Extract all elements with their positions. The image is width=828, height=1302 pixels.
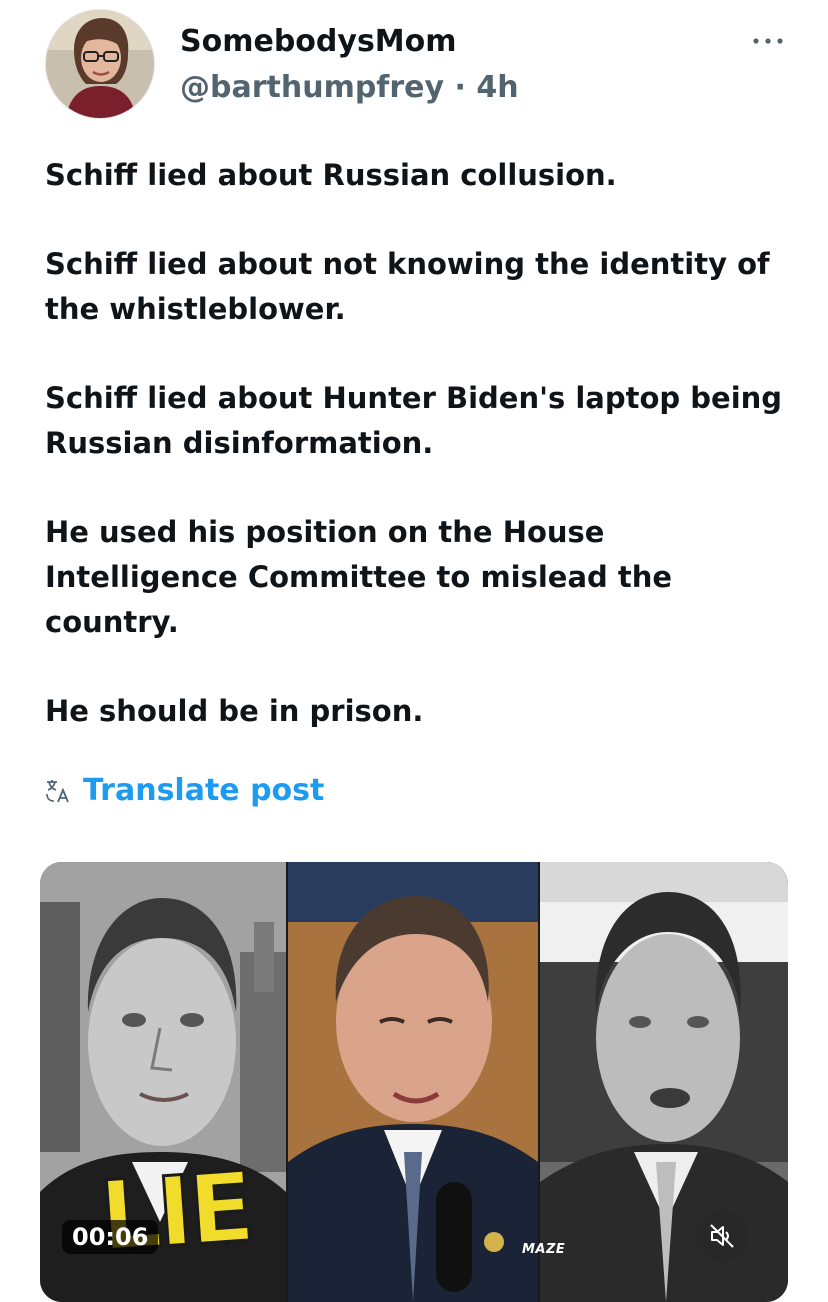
tweet-header: SomebodysMom @barthumpfrey · 4h <box>0 0 828 130</box>
translate-label: Translate post <box>83 773 325 808</box>
video-panel-right <box>540 862 788 1302</box>
tweet-text: Schiff lied about Russian collusion. Sch… <box>45 153 795 778</box>
translate-icon <box>45 778 71 804</box>
video-duration-badge: 00:06 <box>62 1220 159 1254</box>
handle[interactable]: @barthumpfrey <box>180 70 444 105</box>
separator: · <box>444 70 477 105</box>
muted-speaker-icon[interactable] <box>696 1210 748 1262</box>
timestamp[interactable]: 4h <box>476 70 518 105</box>
tweet-paragraph: He used his position on the House Intell… <box>45 515 673 639</box>
video-panel-center <box>288 862 538 1302</box>
tweet-paragraph: Schiff lied about Russian collusion. <box>45 158 617 192</box>
tweet-paragraph: Schiff lied about not knowing the identi… <box>45 247 770 326</box>
tweet-paragraph: He should be in prison. <box>45 694 424 728</box>
more-icon[interactable] <box>748 26 788 56</box>
avatar[interactable] <box>46 10 154 118</box>
video-watermark: MAZE <box>522 1242 566 1257</box>
tweet-paragraph: Schiff lied about Hunter Biden's laptop … <box>45 381 783 460</box>
translate-post-button[interactable]: Translate post <box>45 768 324 814</box>
video-player[interactable]: LIE MAZE 00:06 <box>40 862 788 1302</box>
display-name[interactable]: SomebodysMom <box>180 22 457 62</box>
handle-line: @barthumpfrey · 4h <box>180 68 519 108</box>
